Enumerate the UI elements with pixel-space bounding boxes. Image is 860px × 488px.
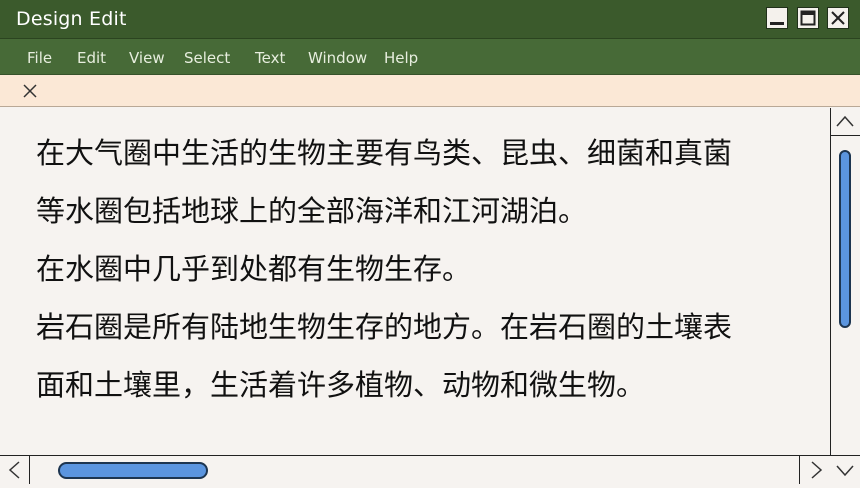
chevron-right-icon bbox=[811, 461, 823, 479]
close-window-button[interactable] bbox=[827, 7, 849, 29]
scroll-down-button[interactable] bbox=[831, 455, 860, 484]
text-editor-area[interactable]: 在大气圈中生活的生物主要有鸟类、昆虫、细菌和真菌 等水圈包括地球上的全部海洋和江… bbox=[0, 108, 831, 455]
menu-help[interactable]: Help bbox=[384, 49, 418, 67]
chevron-left-icon bbox=[8, 461, 20, 479]
minimize-icon bbox=[770, 22, 784, 25]
vertical-scroll-thumb[interactable] bbox=[839, 150, 851, 328]
menu-text[interactable]: Text bbox=[255, 49, 285, 67]
text-line: 在水圈中几乎到处都有生物生存。 bbox=[36, 252, 472, 286]
tab-bar bbox=[0, 75, 860, 107]
scroll-left-button[interactable] bbox=[0, 456, 30, 484]
minimize-button[interactable] bbox=[766, 7, 788, 29]
scroll-right-button[interactable] bbox=[799, 456, 831, 484]
text-line: 在大气圈中生活的生物主要有鸟类、昆虫、细菌和真菌 bbox=[36, 136, 733, 170]
horizontal-scrollbar[interactable] bbox=[0, 455, 831, 484]
text-line: 等水圈包括地球上的全部海洋和江河湖泊。 bbox=[36, 194, 588, 228]
window-title: Design Edit bbox=[16, 8, 127, 30]
scroll-up-button[interactable] bbox=[831, 108, 860, 136]
maximize-button[interactable] bbox=[797, 7, 819, 29]
menu-view[interactable]: View bbox=[129, 49, 165, 67]
chevron-up-icon bbox=[836, 115, 854, 127]
menu-file[interactable]: File bbox=[27, 49, 52, 67]
text-line: 面和土壤里，生活着许多植物、动物和微生物。 bbox=[36, 368, 646, 402]
maximize-icon bbox=[800, 10, 816, 26]
close-icon[interactable] bbox=[22, 83, 38, 99]
menu-edit[interactable]: Edit bbox=[77, 49, 106, 67]
title-bar: Design Edit bbox=[0, 0, 860, 39]
close-icon bbox=[831, 11, 845, 25]
text-line: 岩石圈是所有陆地生物生存的地方。在岩石圈的土壤表 bbox=[36, 310, 733, 344]
menu-select[interactable]: Select bbox=[184, 49, 230, 67]
menu-window[interactable]: Window bbox=[308, 49, 367, 67]
horizontal-scroll-thumb[interactable] bbox=[58, 462, 208, 479]
chevron-down-icon bbox=[836, 465, 854, 477]
vertical-scrollbar[interactable] bbox=[831, 108, 860, 455]
menu-bar: File Edit View Select Text Window Help bbox=[0, 39, 860, 75]
